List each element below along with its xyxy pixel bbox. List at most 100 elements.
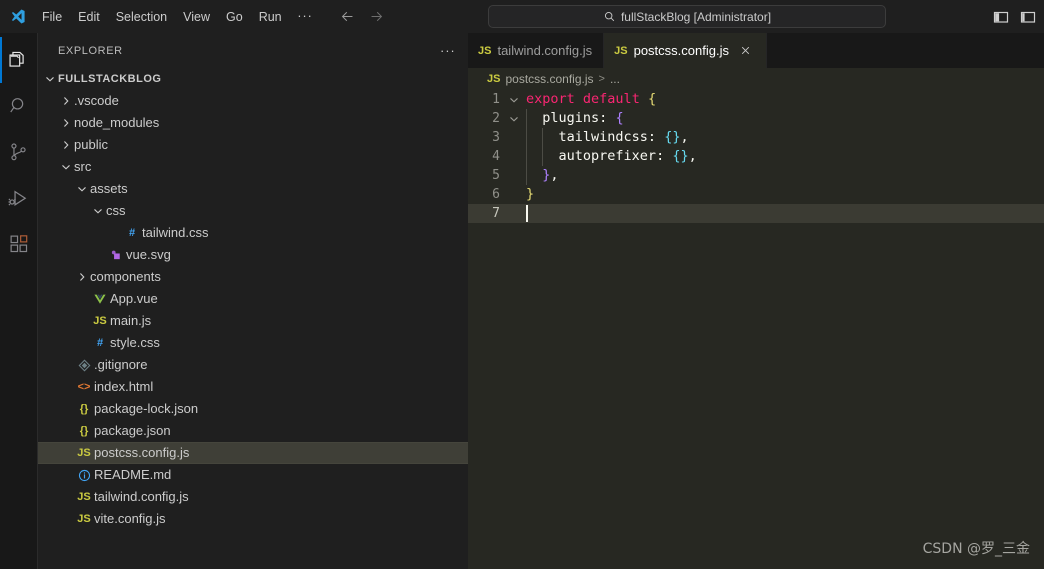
chevron-right-icon: > [598,73,605,85]
activity-item-run-and-debug[interactable] [0,175,38,221]
activity-item-explorer[interactable] [0,37,38,83]
tree-row[interactable]: <> index.html [38,376,468,398]
arrow-right-icon[interactable] [368,8,385,25]
menu-selection[interactable]: Selection [108,6,175,28]
source-control-icon [8,141,30,163]
tree-row[interactable]: App.vue [38,288,468,310]
tree-row[interactable]: css [38,200,468,222]
tree-row[interactable]: JS tailwind.config.js [38,486,468,508]
command-center[interactable]: fullStackBlog [Administrator] [488,5,886,28]
file-tree: FULLSTACKBLOG .vscode node_modules public s… [38,68,468,569]
vscode-window: File Edit Selection View Go Run ... full… [0,0,1044,569]
tab-postcss-config-js[interactable]: JS postcss.config.js [604,33,767,68]
layout-panel-icon[interactable] [1018,7,1038,27]
fold-placeholder [504,204,524,223]
run-debug-icon [7,187,30,210]
fold-chevron-down-icon[interactable] [504,109,524,128]
file-type-icon: {} [79,403,89,415]
tree-row[interactable]: components [38,266,468,288]
menu-run[interactable]: Run [251,6,290,28]
text-cursor [526,205,528,222]
breadcrumb: JS postcss.config.js > ... [468,68,1044,90]
fold-placeholder [504,185,524,204]
tree-row[interactable]: .gitignore [38,354,468,376]
menu-edit[interactable]: Edit [70,6,108,28]
activity-item-search[interactable] [0,83,38,129]
chevron-down-icon[interactable] [74,178,90,200]
tree-row-label: index.html [94,379,154,394]
code-line[interactable]: 6} [468,185,1044,204]
code-token: { [647,91,657,107]
arrow-left-icon[interactable] [339,8,356,25]
breadcrumb-tail[interactable]: ... [610,72,620,86]
breadcrumb-file[interactable]: postcss.config.js [505,72,593,86]
indent-guide [542,128,544,147]
menu-more-icon[interactable]: ... [290,6,321,25]
chevron-right-icon[interactable] [74,266,90,288]
tab-tailwind-config-js[interactable]: JS tailwind.config.js [468,33,605,68]
tree-row-label: vue.svg [126,247,171,262]
activity-bar [0,33,38,569]
js-file-icon: JS [614,44,628,57]
tree-row-label: style.css [110,335,160,350]
fold-placeholder [504,128,524,147]
tree-row[interactable]: src [38,156,468,178]
chevron-right-icon[interactable] [58,112,74,134]
chevron-down-icon[interactable] [58,156,74,178]
activity-item-extensions[interactable] [0,221,38,267]
chevron-down-icon[interactable] [90,200,106,222]
tree-row[interactable]: {} package.json [38,420,468,442]
file-type-icon [74,464,94,486]
tree-row[interactable]: public [38,134,468,156]
tree-row-label: App.vue [110,291,158,306]
line-number: 5 [492,168,500,183]
file-type-icon [106,244,126,266]
menu-file[interactable]: File [34,6,70,28]
js-file-icon: JS [487,73,501,85]
tree-row[interactable]: assets [38,178,468,200]
tree-row[interactable]: .vscode [38,90,468,112]
tree-row[interactable]: {} package-lock.json [38,398,468,420]
file-type-icon: {} [79,425,89,437]
tree-row-label: assets [90,181,128,196]
fold-chevron-down-icon[interactable] [504,90,524,109]
tree-row[interactable]: vue.svg [38,244,468,266]
menu-view[interactable]: View [175,6,218,28]
code-line[interactable]: 4 autoprefixer: {}, [468,147,1044,166]
chevron-right-icon[interactable] [58,90,74,112]
code-text: autoprefixer: {}, [524,147,1044,166]
explorer-more-actions-icon[interactable]: ... [440,41,456,58]
tree-row[interactable]: JS main.js [38,310,468,332]
code-token: {} [672,148,689,164]
code-token: default [582,91,640,107]
extensions-icon [8,233,30,255]
code-editor[interactable]: 1 export default {2 plugins: {3 tailwindc… [468,90,1044,569]
tree-row-root[interactable]: FULLSTACKBLOG [38,68,468,90]
activity-item-source-control[interactable] [0,129,38,175]
tree-row-label: tailwind.config.js [94,489,189,504]
files-icon [7,49,30,72]
vscode-logo-icon [0,0,34,33]
chevron-right-icon[interactable] [58,134,74,156]
code-line[interactable]: 5 }, [468,166,1044,185]
code-line[interactable]: 2 plugins: { [468,109,1044,128]
close-icon[interactable] [737,42,755,60]
tree-row[interactable]: # tailwind.css [38,222,468,244]
layout-sidebar-left-icon[interactable] [991,7,1011,27]
page-title: EXPLORER [58,44,123,57]
tree-row[interactable]: # style.css [38,332,468,354]
code-text: export default { [524,90,1044,109]
menu-go[interactable]: Go [218,6,251,28]
tree-row-label: .gitignore [94,357,148,372]
tree-row[interactable]: README.md [38,464,468,486]
tree-row-label: css [106,203,126,218]
code-line[interactable]: 1 export default { [468,90,1044,109]
code-line[interactable]: 7 [468,204,1044,223]
file-type-icon [90,288,110,310]
tree-row[interactable]: JS postcss.config.js [38,442,468,464]
tree-row[interactable]: JS vite.config.js [38,508,468,530]
tree-row[interactable]: node_modules [38,112,468,134]
code-line[interactable]: 3 tailwindcss: {}, [468,128,1044,147]
